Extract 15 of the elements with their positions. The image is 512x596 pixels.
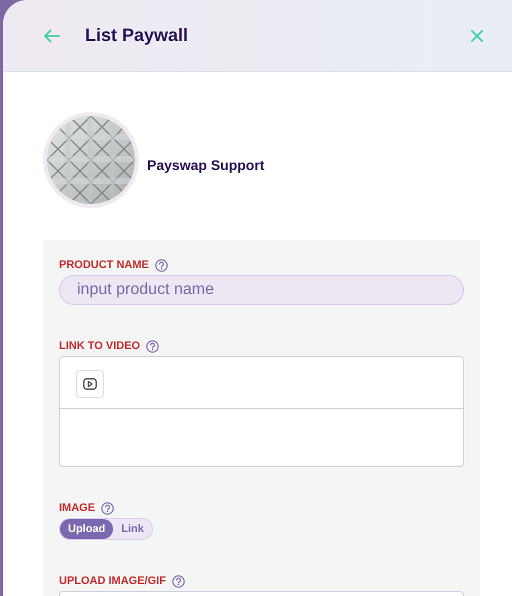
field-label: IMAGE xyxy=(59,502,96,514)
field-label: UPLOAD IMAGE/GIF xyxy=(59,575,166,587)
help-icon[interactable] xyxy=(101,502,114,514)
help-icon[interactable] xyxy=(154,258,168,272)
help-icon[interactable] xyxy=(172,574,185,588)
field-label: PRODUCT NAME xyxy=(59,259,149,271)
video-embed-button[interactable] xyxy=(76,370,104,398)
product-name-field[interactable]: input product name xyxy=(59,275,464,305)
toggle-option[interactable]: Upload xyxy=(60,519,114,539)
profile-name: Payswap Support xyxy=(147,157,264,173)
field-label: LINK TO VIDEO xyxy=(59,340,140,352)
window-title: List Paywall xyxy=(85,25,190,46)
toggle-option[interactable]: Link xyxy=(113,519,152,539)
help-icon[interactable] xyxy=(146,340,160,352)
play-icon xyxy=(83,378,97,390)
